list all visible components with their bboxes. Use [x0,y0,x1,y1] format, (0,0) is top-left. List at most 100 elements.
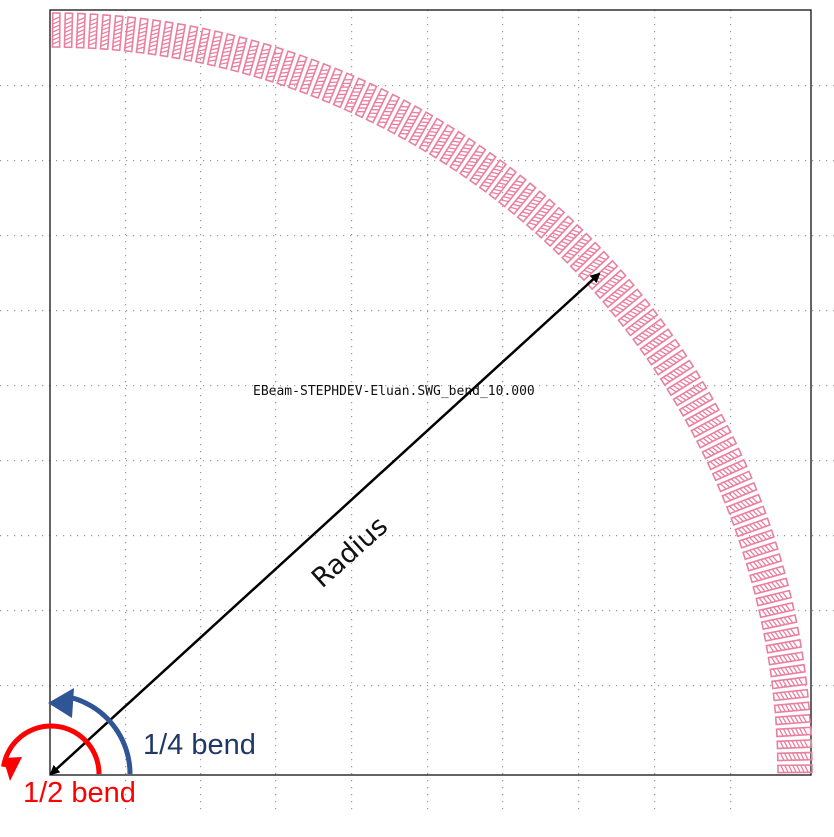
grid-dot [315,685,317,687]
swg-segment [772,688,809,702]
grid-dot [56,535,58,537]
grid-dot [35,85,37,87]
grid-dot [578,703,580,705]
grid-dot [427,346,429,348]
grid-dot [730,766,732,768]
grid-dot [200,367,202,369]
grid-dot [730,626,732,628]
grid-dot [654,220,656,222]
grid-dot [546,685,548,687]
grid-dot [616,610,618,612]
grid-dot [730,542,732,544]
swg-segment [534,206,566,239]
grid-dot [502,745,504,747]
grid-dot [336,685,338,687]
grid-dot [707,685,709,687]
grid-dot [351,647,353,649]
grid-dot [125,479,127,481]
grid-dot [730,654,732,656]
grid-dot [125,773,127,775]
grid-dot [125,549,127,551]
grid-dot [427,157,429,159]
grid-dot [730,409,732,411]
swg-segment [111,14,124,52]
grid-dot [502,675,504,677]
grid-dot [266,460,268,462]
grid-dot [175,85,177,87]
grid-dot [98,235,100,237]
grid-dot [504,160,506,162]
grid-dot [654,290,656,292]
grid-dot [182,460,184,462]
grid-dot [578,486,580,488]
grid-dot [578,444,580,446]
grid-dot [490,310,492,312]
grid-dot [329,610,331,612]
grid-dot [819,460,821,462]
grid-dot [119,85,121,87]
grid-dot [578,766,580,768]
grid-dot [125,192,127,194]
grid-dot [707,460,709,462]
grid-dot [730,318,732,320]
grid-dot [434,85,436,87]
grid-dot [539,535,541,537]
grid-dot [502,283,504,285]
grid-dot [126,235,128,237]
grid-dot [700,310,702,312]
grid-dot [532,535,534,537]
grid-dot [497,85,499,87]
grid-dot [351,479,353,481]
grid-dot [294,310,296,312]
grid-dot [679,610,681,612]
grid-dot [546,535,548,537]
grid-dot [357,685,359,687]
grid-dot [602,310,604,312]
grid-dot [504,685,506,687]
grid-dot [427,402,429,404]
grid-dot [578,31,580,33]
grid-dot [84,460,86,462]
grid-dot [200,787,202,789]
grid-dot [637,160,639,162]
grid-dot [730,696,732,698]
layout-canvas[interactable]: EBeam-STEPHDEV-Eluan.SWG_bend_10.000 Rad… [0,0,834,837]
grid-dot [578,794,580,796]
grid-dot [105,385,107,387]
grid-dot [200,556,202,558]
grid-dot [502,157,504,159]
grid-dot [749,610,751,612]
grid-dot [581,235,583,237]
grid-dot [730,738,732,740]
grid-dot [578,143,580,145]
grid-dot [105,160,107,162]
grid-dot [826,610,828,612]
grid-dot [125,472,127,474]
grid-dot [413,85,415,87]
grid-dot [200,325,202,327]
swg-segment [760,614,798,631]
grid-dot [200,626,202,628]
grid-dot [525,460,527,462]
grid-dot [70,310,72,312]
grid-dot [351,724,353,726]
grid-dot [200,717,202,719]
grid-dot [588,535,590,537]
grid-dot [595,385,597,387]
grid-dot [462,610,464,612]
grid-dot [351,115,353,117]
grid-dot [578,458,580,460]
grid-dot [200,332,202,334]
grid-dot [125,87,127,89]
grid-dot [483,460,485,462]
grid-dot [0,610,2,612]
grid-dot [70,235,72,237]
grid-dot [595,85,597,87]
grid-dot [805,385,807,387]
grid-dot [308,310,310,312]
grid-dot [427,199,429,201]
grid-dot [441,535,443,537]
grid-dot [259,610,261,612]
grid-dot [200,416,202,418]
grid-dot [502,101,504,103]
